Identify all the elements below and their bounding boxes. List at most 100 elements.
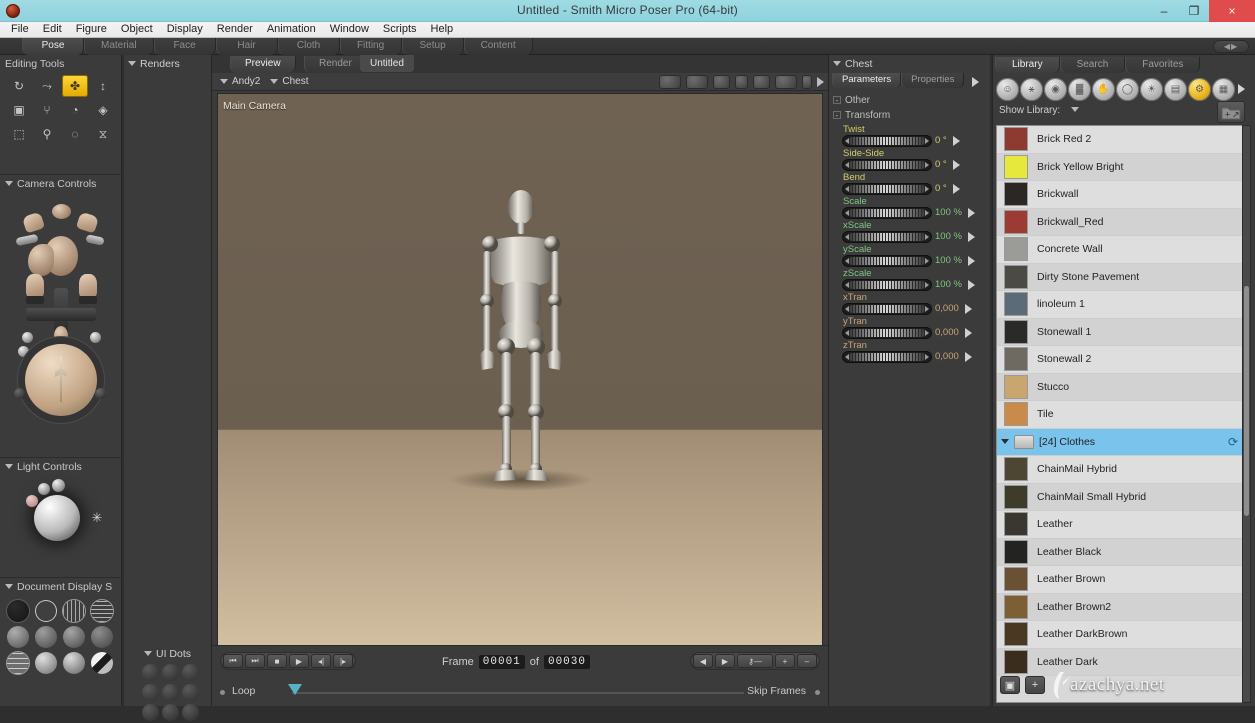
camera-control-widget[interactable] [0, 192, 122, 424]
list-item[interactable]: Leather [997, 511, 1246, 539]
light-control-widget[interactable]: ✳ [0, 475, 122, 565]
display-style-smooth-shaded[interactable] [91, 626, 113, 648]
document-display-collapse-icon[interactable] [5, 584, 13, 589]
actor-selector[interactable]: Andy2 [232, 76, 260, 87]
dial-twist-value[interactable]: 0 ° [935, 135, 947, 146]
next-keyframe-button[interactable]: ▶ [715, 654, 735, 668]
left-hand-camera-icon[interactable] [713, 75, 730, 89]
materials-category-icon[interactable]: ⚙ [1188, 77, 1211, 101]
dial-ytran-menu-icon[interactable] [964, 327, 972, 338]
list-item[interactable]: Dirty Stone Pavement [997, 263, 1246, 291]
light-node-2[interactable] [52, 479, 65, 492]
room-tab-fitting[interactable]: Fitting [339, 38, 402, 55]
list-item[interactable]: Stonewall 1 [997, 318, 1246, 346]
scrollbar-thumb[interactable] [1244, 286, 1249, 516]
room-tab-material[interactable]: Material [84, 38, 154, 55]
list-item[interactable]: Brick Yellow Bright [997, 153, 1246, 181]
pointing-finger-icon[interactable] [54, 326, 68, 346]
dial-scale-slider[interactable] [843, 207, 931, 218]
list-item[interactable]: ChainMail Hybrid [997, 456, 1246, 484]
face-camera-icon[interactable] [659, 75, 681, 89]
other-group-toggle[interactable]: - [833, 96, 841, 105]
chain-break-tool-icon[interactable]: ⑂ [34, 99, 60, 121]
stop-button[interactable]: ■ [267, 654, 287, 668]
room-tab-setup[interactable]: Setup [401, 38, 464, 55]
list-item[interactable]: Tile [997, 401, 1246, 429]
room-tab-scroller[interactable]: ◀▶ [1213, 40, 1249, 53]
list-item[interactable]: Brickwall [997, 181, 1246, 209]
props-category-icon[interactable]: ◯ [1116, 77, 1139, 101]
menu-item-display[interactable]: Display [160, 22, 210, 37]
left-palm-camera-icon[interactable] [26, 274, 44, 298]
camera-dot-tl2[interactable] [18, 346, 29, 357]
light-sphere[interactable] [34, 495, 80, 541]
dial-bend-slider[interactable] [843, 183, 931, 194]
close-button[interactable]: × [1209, 0, 1255, 22]
list-item[interactable]: Concrete Wall [997, 236, 1246, 264]
display-style-flat-lined[interactable] [63, 626, 85, 648]
hair-category-icon[interactable]: ▓ [1068, 77, 1091, 101]
expressions-category-icon[interactable]: ◉ [1044, 77, 1067, 101]
dial-ytran-value[interactable]: 0,000 [935, 327, 959, 338]
taper-tool-icon[interactable]: ▣ [6, 99, 32, 121]
add-light-icon[interactable]: ✳ [90, 511, 104, 525]
ui-dot[interactable] [142, 664, 159, 681]
dial-side-side-value[interactable]: 0 ° [935, 159, 947, 170]
show-library-control[interactable]: Show Library: [999, 105, 1083, 116]
list-item[interactable]: Stucco [997, 373, 1246, 401]
next-camera-icon[interactable] [817, 77, 824, 87]
posing-camera-icon[interactable] [753, 75, 770, 89]
library-thumbnail-button[interactable]: ▣ [1000, 676, 1020, 694]
category-next-icon[interactable] [1238, 84, 1245, 94]
color-tool-icon[interactable]: ◔ [62, 99, 88, 121]
dial-twist-menu-icon[interactable] [952, 135, 960, 146]
scenes-category-icon[interactable]: ▦ [1212, 77, 1235, 101]
lights-category-icon[interactable]: ☀ [1140, 77, 1163, 101]
dial-xscale-slider[interactable] [843, 231, 931, 242]
dial-zscale-menu-icon[interactable] [967, 279, 975, 290]
tab-search[interactable]: Search [1059, 57, 1126, 73]
ui-dot[interactable] [162, 704, 179, 721]
dial-yscale-menu-icon[interactable] [967, 255, 975, 266]
light-controls-collapse-icon[interactable] [5, 464, 13, 469]
head-profile-camera-icon[interactable] [28, 244, 54, 276]
tab-parameters[interactable]: Parameters [832, 73, 902, 88]
menu-item-help[interactable]: Help [424, 22, 461, 37]
camera-dot-bl[interactable] [14, 388, 25, 399]
room-tab-content[interactable]: Content [463, 38, 533, 55]
dial-xscale-value[interactable]: 100 % [935, 231, 962, 242]
direct-manipulation-tool-icon[interactable]: ⚲ [34, 123, 60, 145]
figures-category-icon[interactable]: ☺ [996, 77, 1019, 101]
room-tab-hair[interactable]: Hair [215, 38, 278, 55]
display-style-flat-shaded[interactable] [35, 626, 57, 648]
menu-item-file[interactable]: File [4, 22, 36, 37]
display-style-cartoon[interactable] [91, 652, 113, 674]
display-style-smooth-lined[interactable] [7, 652, 29, 674]
loop-toggle[interactable] [220, 690, 225, 695]
list-item-folder[interactable]: [24] Clothes ⟳ [997, 428, 1246, 456]
balance-tool-icon[interactable]: ⧖ [90, 123, 116, 145]
dial-yscale-value[interactable]: 100 % [935, 255, 962, 266]
tab-favorites[interactable]: Favorites [1125, 57, 1201, 73]
menu-item-animation[interactable]: Animation [260, 22, 323, 37]
room-tab-cloth[interactable]: Cloth [277, 38, 340, 55]
display-style-wireframe[interactable] [63, 600, 85, 622]
menu-item-window[interactable]: Window [323, 22, 376, 37]
display-style-lit-wireframe[interactable] [7, 626, 29, 648]
display-style-texture-lined[interactable] [63, 652, 85, 674]
ui-dot[interactable] [142, 704, 159, 721]
twist-tool-icon[interactable]: ⤳ [34, 75, 60, 97]
list-item[interactable]: ChainMail Small Hybrid [997, 483, 1246, 511]
list-item[interactable]: Brick Red 2 [997, 126, 1246, 154]
room-tab-face[interactable]: Face [153, 38, 216, 55]
poses-category-icon[interactable]: ⚹ [1020, 77, 1043, 101]
menu-item-render[interactable]: Render [210, 22, 260, 37]
grouping-tool-icon[interactable]: ◈ [90, 99, 116, 121]
left-hand-camera-icon[interactable] [21, 211, 46, 234]
dial-ztran-value[interactable]: 0,000 [935, 351, 959, 362]
list-item[interactable]: Leather Brown [997, 566, 1246, 594]
rotate-tool-icon[interactable]: ↻ [6, 75, 32, 97]
dial-bend-value[interactable]: 0 ° [935, 183, 947, 194]
list-item[interactable]: Leather DarkBrown [997, 621, 1246, 649]
dial-bend-menu-icon[interactable] [952, 183, 960, 194]
